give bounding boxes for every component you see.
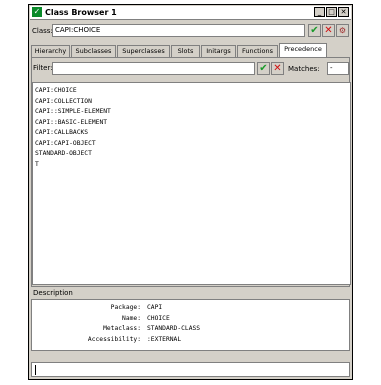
filter-label: Filter: — [33, 64, 53, 72]
list-item[interactable]: CAPI::SIMPLE-ELEMENT — [35, 107, 348, 118]
minimize-button[interactable]: _ — [314, 7, 325, 17]
tab-slots[interactable]: Slots — [171, 45, 200, 57]
description-key: Accessibility: — [87, 335, 141, 343]
filter-ok-button[interactable]: ✔ — [257, 62, 270, 75]
tab-functions[interactable]: Functions — [237, 45, 278, 57]
list-item[interactable]: CAPI::BASIC-ELEMENT — [35, 118, 348, 129]
class-cancel-button[interactable]: ✕ — [322, 24, 335, 37]
description-key: Name: — [122, 314, 141, 322]
description-row: Metaclass: STANDARD-CLASS — [32, 324, 349, 335]
text-caret — [35, 365, 36, 375]
maximize-button[interactable]: □ — [326, 7, 337, 17]
precedence-panel: Filter: ✔ ✕ Matches: - CAPI:CHOICE CAPI:… — [31, 57, 351, 287]
list-item[interactable]: STANDARD-OBJECT — [35, 149, 348, 160]
app-icon: ✓ — [32, 7, 42, 17]
class-ok-button[interactable]: ✔ — [308, 24, 321, 37]
description-pane: Package: CAPI Name: CHOICE Metaclass: ST… — [31, 299, 350, 351]
description-value: CAPI — [147, 304, 163, 311]
description-value: STANDARD-CLASS — [147, 325, 201, 332]
description-value: :EXTERNAL — [147, 335, 182, 343]
description-key: Metaclass: — [103, 325, 141, 332]
echo-area[interactable] — [31, 362, 350, 377]
description-row: Package: CAPI — [32, 303, 349, 314]
list-item[interactable]: CAPI:COLLECTION — [35, 97, 348, 108]
description-label: Description — [33, 289, 73, 297]
list-item[interactable]: CAPI:CAPI-OBJECT — [35, 139, 348, 150]
filter-input[interactable] — [52, 62, 255, 75]
class-row: Class: CAPI:CHOICE ✔ ✕ ⚙ — [31, 24, 350, 38]
tab-precedence[interactable]: Precedence — [279, 43, 327, 57]
tab-superclasses[interactable]: Superclasses — [117, 45, 170, 57]
list-item[interactable]: T — [35, 160, 348, 171]
list-item[interactable]: CAPI:CHOICE — [35, 86, 348, 97]
list-item[interactable]: CAPI:CALLBACKS — [35, 128, 348, 139]
title-bar[interactable]: ✓ Class Browser 1 _ □ ✕ — [30, 6, 351, 20]
precedence-list[interactable]: CAPI:CHOICE CAPI:COLLECTION CAPI::SIMPLE… — [32, 82, 351, 285]
class-browser-window: ✓ Class Browser 1 _ □ ✕ Class: CAPI:CHOI… — [28, 4, 353, 380]
description-key: Package: — [110, 304, 141, 311]
close-button[interactable]: ✕ — [338, 7, 349, 17]
description-row: Accessibility: :EXTERNAL — [32, 335, 349, 346]
description-value: CHOICE — [147, 314, 170, 322]
class-label: Class: — [32, 27, 53, 35]
tab-hierarchy[interactable]: Hierarchy — [31, 45, 70, 57]
tab-subclasses[interactable]: Subclasses — [71, 45, 116, 57]
tab-initargs[interactable]: Initargs — [201, 45, 236, 57]
inspect-icon[interactable]: ⚙ — [336, 24, 349, 37]
filter-cancel-button[interactable]: ✕ — [271, 62, 284, 75]
matches-count: - — [327, 62, 349, 75]
tab-strip: Hierarchy Subclasses Superclasses Slots … — [31, 43, 350, 57]
window-title: Class Browser 1 — [45, 8, 117, 17]
matches-label: Matches: — [288, 65, 320, 73]
description-row: Name: CHOICE — [32, 314, 349, 325]
class-input[interactable]: CAPI:CHOICE — [52, 24, 305, 37]
